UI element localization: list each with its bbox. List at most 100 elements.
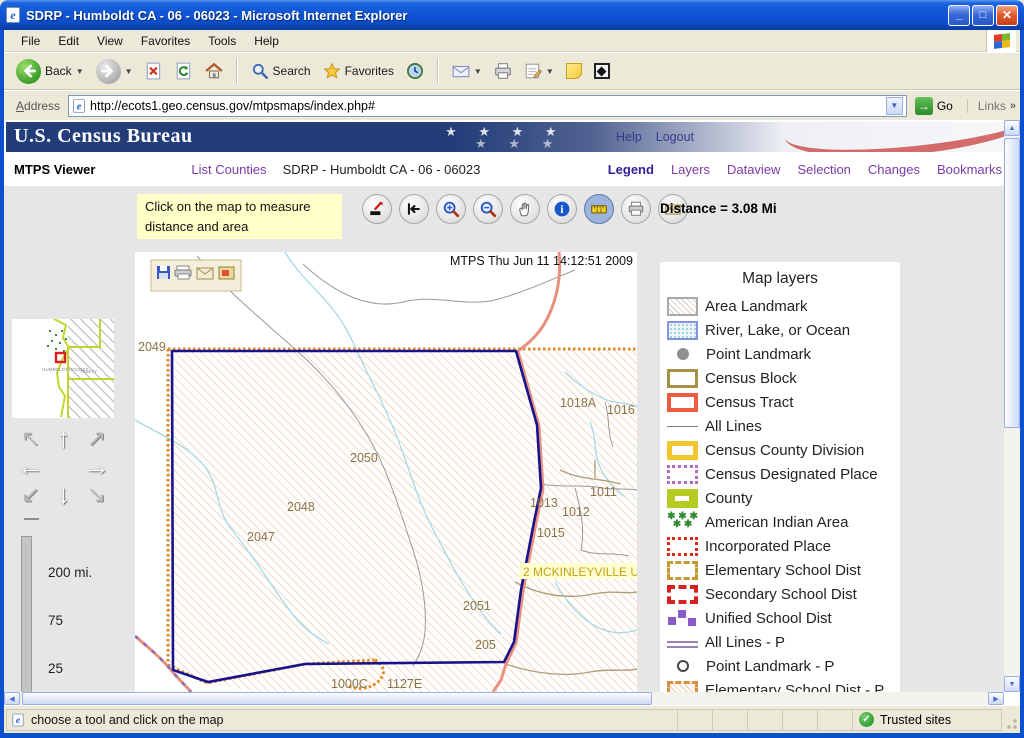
scroll-up-button[interactable]: ▲ (1004, 120, 1020, 136)
edit-dropdown-icon[interactable]: ▼ (546, 67, 554, 76)
pan-south-button[interactable]: ↓ (47, 480, 80, 508)
measure-button[interactable]: 1 2 (584, 194, 614, 224)
windows-logo (986, 30, 1016, 52)
diamond-tool-button[interactable] (590, 61, 614, 81)
tract-label: 1016 (607, 403, 635, 417)
nav-link-bookmarks[interactable]: Bookmarks (937, 162, 1002, 177)
favorites-label: Favorites (345, 64, 394, 78)
address-input[interactable]: e http://ecots1.geo.census.gov/mtpsmaps/… (68, 95, 907, 117)
pan-west-button[interactable]: ← (14, 452, 47, 480)
back-dropdown-icon[interactable]: ▼ (76, 67, 84, 76)
favorites-button[interactable]: Favorites (319, 60, 398, 82)
history-button[interactable] (402, 60, 428, 82)
stop-button[interactable] (141, 60, 167, 82)
nav-link-legend[interactable]: Legend (608, 162, 654, 177)
search-button[interactable]: Search (247, 60, 315, 82)
zoom-initial-extent-button[interactable] (362, 194, 392, 224)
scale-label-200mi[interactable]: 200 mi. (48, 565, 92, 580)
site-title: U.S. Census Bureau (14, 125, 193, 148)
nav-link-changes[interactable]: Changes (868, 162, 920, 177)
address-dropdown-icon[interactable]: ▼ (886, 97, 903, 115)
identify-button[interactable]: i (547, 194, 577, 224)
mail-button[interactable]: ▼ (448, 60, 486, 82)
resize-grip[interactable] (1002, 709, 1018, 731)
nav-link-layers[interactable]: Layers (671, 162, 710, 177)
map-print-button[interactable] (621, 194, 651, 224)
scale-label-75[interactable]: 75 (48, 613, 63, 628)
tract-label: 1015 (537, 526, 565, 540)
legend-label: Census Block (705, 370, 797, 387)
menu-help[interactable]: Help (245, 31, 288, 51)
map-canvas[interactable]: 20491018A1016205010111013101220481015204… (135, 252, 637, 692)
zoom-out-tick[interactable]: — (24, 510, 39, 527)
links-menu[interactable]: Links » (967, 99, 1016, 113)
nav-link-selection[interactable]: Selection (797, 162, 850, 177)
logout-link[interactable]: Logout (656, 130, 694, 144)
previous-extent-button[interactable] (399, 194, 429, 224)
zoom-in-button[interactable] (436, 194, 466, 224)
address-url: http://ecots1.geo.census.gov/mtpsmaps/in… (90, 99, 882, 113)
save-map-icon[interactable] (157, 266, 170, 279)
tract-label: 1000C (331, 677, 368, 691)
sw-secsd-swatch (667, 585, 698, 604)
menu-edit[interactable]: Edit (49, 31, 88, 51)
menu-favorites[interactable]: Favorites (132, 31, 199, 51)
tract-label: 205 (475, 638, 496, 652)
pan-northwest-button[interactable]: ↖ (14, 424, 47, 452)
help-link[interactable]: Help (616, 130, 642, 144)
sticky-note-button[interactable] (562, 61, 586, 81)
zoom-scale-track[interactable] (21, 536, 32, 692)
menu-file[interactable]: File (12, 31, 49, 51)
scale-label-25[interactable]: 25 (48, 661, 63, 676)
export-map-icon[interactable] (219, 267, 234, 279)
overview-map[interactable]: HUMBOLDT COUNTY TRINITY (12, 319, 114, 418)
close-button[interactable]: ✕ (996, 5, 1018, 26)
legend-item: All Lines - P (660, 630, 900, 654)
pan-button[interactable] (510, 194, 540, 224)
pan-southeast-button[interactable]: ↘ (80, 480, 113, 508)
current-context: SDRP - Humboldt CA - 06 - 06023 (283, 162, 481, 177)
minimize-button[interactable]: _ (948, 5, 970, 26)
svg-text:1 2: 1 2 (596, 208, 603, 214)
go-button[interactable]: → Go (907, 97, 961, 115)
app-title: MTPS Viewer (14, 162, 95, 177)
flag-stars: ★ ★ ★ (475, 136, 562, 152)
page-favicon: e (73, 99, 85, 113)
vertical-scrollbar[interactable]: ▲ ▼ (1004, 120, 1020, 692)
mail-dropdown-icon[interactable]: ▼ (474, 67, 482, 76)
sw-county-swatch (667, 489, 698, 508)
legend-label: All Lines (705, 418, 762, 435)
ie-window-icon: e (6, 7, 20, 23)
pan-east-button[interactable]: → (80, 452, 113, 480)
forward-dropdown-icon[interactable]: ▼ (125, 67, 133, 76)
vertical-scroll-thumb[interactable] (1004, 138, 1020, 428)
maximize-button[interactable]: □ (972, 5, 994, 26)
forward-button[interactable]: ▼ (92, 57, 137, 86)
horizontal-scrollbar[interactable]: ◀ ▶ (4, 692, 1004, 705)
sw-pointlm-swatch (677, 348, 689, 360)
refresh-button[interactable] (171, 60, 197, 82)
menu-view[interactable]: View (88, 31, 132, 51)
pan-northeast-button[interactable]: ↗ (80, 424, 113, 452)
back-button[interactable]: Back ▼ (12, 57, 88, 86)
email-map-icon[interactable] (197, 268, 213, 279)
legend-title: Map layers (660, 270, 900, 288)
sw-alllines-swatch (667, 426, 698, 427)
pan-southwest-button[interactable]: ↙ (14, 480, 47, 508)
pan-north-button[interactable]: ↑ (47, 424, 80, 452)
edit-button[interactable]: ▼ (520, 60, 558, 82)
scroll-right-button[interactable]: ▶ (988, 692, 1004, 705)
nav-link-dataview[interactable]: Dataview (727, 162, 780, 177)
zoom-out-button[interactable] (473, 194, 503, 224)
toolbar-separator (236, 58, 238, 84)
horizontal-scroll-thumb[interactable] (22, 692, 652, 705)
sw-area-swatch (667, 297, 698, 316)
scroll-left-button[interactable]: ◀ (4, 692, 20, 705)
scroll-down-button[interactable]: ▼ (1004, 676, 1020, 692)
home-button[interactable] (201, 60, 227, 82)
print-button[interactable] (490, 60, 516, 82)
sw-pointlmp-swatch (677, 660, 689, 672)
list-counties-link[interactable]: List Counties (191, 162, 266, 177)
menu-tools[interactable]: Tools (199, 31, 245, 51)
back-icon (16, 59, 41, 84)
